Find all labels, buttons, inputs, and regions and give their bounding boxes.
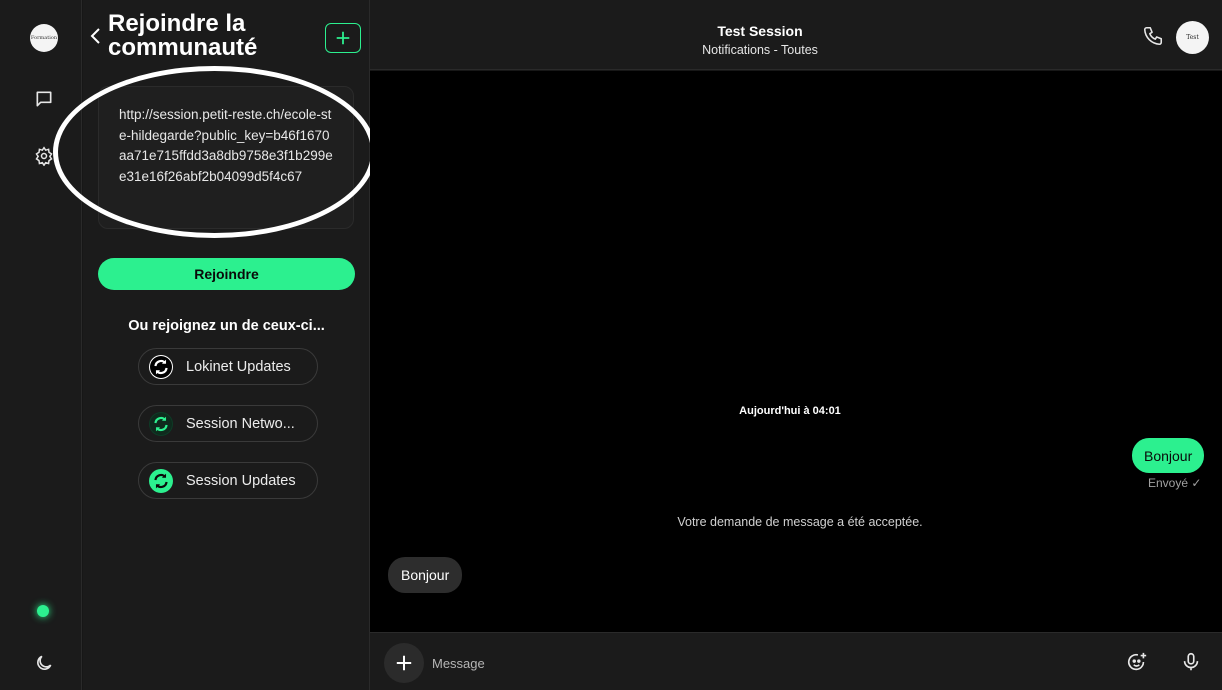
page-title-line2: communauté — [108, 34, 258, 61]
refresh-icon — [149, 354, 173, 379]
community-item-label: Session Netwo... — [186, 415, 295, 432]
page-title-line1: Rejoindre la — [108, 10, 246, 37]
moon-icon[interactable] — [34, 653, 54, 673]
join-community-panel: Rejoindre la communauté http://session.p… — [83, 0, 370, 690]
back-chevron-icon[interactable] — [89, 27, 103, 45]
emoji-icon[interactable] — [1122, 647, 1152, 677]
conversation-header: Test Session Notifications - Toutes Test — [370, 0, 1222, 70]
incoming-message-bubble[interactable]: Bonjour — [388, 557, 463, 593]
refresh-icon — [149, 468, 173, 493]
request-accepted-notice: Votre demande de message a été acceptée. — [677, 515, 923, 529]
online-status-dot — [37, 605, 49, 617]
microphone-icon[interactable] — [1176, 647, 1206, 677]
phone-icon[interactable] — [1142, 25, 1164, 47]
message-input[interactable] — [432, 647, 1052, 679]
refresh-icon — [149, 411, 173, 436]
message-composer — [370, 632, 1222, 690]
community-url-field[interactable]: http://session.petit-reste.ch/ecole-ste-… — [98, 86, 354, 229]
add-community-button[interactable] — [325, 23, 361, 53]
add-attachment-button[interactable] — [384, 643, 424, 683]
message-list: Aujourd'hui à 04:01 Bonjour Envoyé ✓ Vot… — [370, 71, 1222, 632]
conversation-title[interactable]: Test Session — [370, 23, 1150, 39]
chat-icon[interactable] — [34, 89, 54, 109]
outgoing-message-bubble[interactable]: Bonjour — [1132, 438, 1205, 473]
community-item-lokinet[interactable]: Lokinet Updates — [138, 348, 318, 385]
page-title: Rejoindre la communauté — [108, 12, 308, 60]
plus-icon — [396, 655, 412, 671]
left-rail: Formation — [0, 0, 82, 690]
community-item-label: Lokinet Updates — [186, 358, 291, 375]
gear-icon[interactable] — [34, 146, 54, 167]
profile-avatar-text: Formation — [30, 35, 58, 41]
community-item-session-updates[interactable]: Session Updates — [138, 462, 318, 499]
or-join-label: Ou rejoignez un de ceux-ci... — [128, 318, 325, 334]
plus-icon — [336, 31, 350, 45]
message-sent-status: Envoyé ✓ — [1148, 476, 1202, 490]
community-item-session-network[interactable]: Session Netwo... — [138, 405, 318, 442]
profile-avatar[interactable]: Formation — [30, 24, 58, 52]
conversation-avatar-text: Test — [1186, 34, 1199, 41]
community-item-label: Session Updates — [186, 472, 296, 489]
join-button[interactable]: Rejoindre — [98, 258, 355, 290]
notification-setting-label: Notifications - Toutes — [702, 43, 818, 57]
conversation-avatar[interactable]: Test — [1176, 21, 1209, 54]
date-separator: Aujourd'hui à 04:01 — [739, 405, 841, 417]
